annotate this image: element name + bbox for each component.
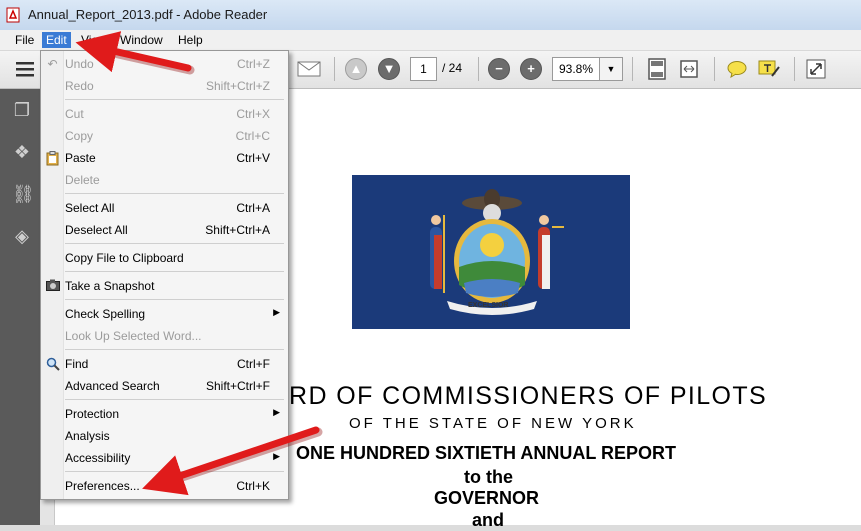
zoom-input[interactable]: 93.8% <box>552 57 600 81</box>
menu-item-delete[interactable]: Delete <box>41 169 288 191</box>
menu-item-redo[interactable]: Redo Shift+Ctrl+Z <box>41 75 288 97</box>
fit-page-icon[interactable] <box>644 57 670 81</box>
document-line-governor: GOVERNOR <box>434 488 540 508</box>
page-number-input[interactable]: 1 <box>410 57 437 81</box>
menu-item-analysis[interactable]: Analysis <box>41 425 288 447</box>
menu-item-undo[interactable]: ↶ Undo Ctrl+Z <box>41 53 288 75</box>
menu-item-copy-file-to-clipboard[interactable]: Copy File to Clipboard <box>41 247 288 269</box>
submenu-arrow-icon: ▶ <box>273 307 280 317</box>
document-heading: ONE HUNDRED SIXTIETH ANNUAL REPORT <box>296 443 677 463</box>
document-line-to-the: to the <box>464 467 513 487</box>
document-subtitle: OF THE STATE OF NEW YORK <box>349 415 637 432</box>
document-title: RD OF COMMISSIONERS OF PILOTS <box>289 382 768 410</box>
title-bar: Annual_Report_2013.pdf - Adobe Reader <box>0 0 861 30</box>
comment-icon[interactable] <box>724 57 750 81</box>
highlight-text-icon[interactable] <box>756 57 782 81</box>
next-page-icon[interactable]: ▼ <box>376 57 402 81</box>
zoom-out-icon[interactable]: − <box>486 57 512 81</box>
page-total: / 24 <box>442 61 463 75</box>
document-line-and: and <box>472 510 505 530</box>
menu-item-take-a-snapshot[interactable]: Take a Snapshot <box>41 275 288 297</box>
menu-item-select-all[interactable]: Select All Ctrl+A <box>41 197 288 219</box>
zoom-in-icon[interactable]: + <box>518 57 544 81</box>
menu-item-deselect-all[interactable]: Deselect All Shift+Ctrl+A <box>41 219 288 241</box>
menu-item-preferences[interactable]: Preferences... Ctrl+K <box>41 475 288 497</box>
menu-window[interactable]: Window <box>116 32 167 48</box>
new-york-state-flag-image: EXCELSIOR <box>352 175 630 329</box>
submenu-arrow-icon: ▶ <box>273 407 280 417</box>
paste-clipboard-icon <box>45 151 60 166</box>
edit-menu-dropdown: ↶ Undo Ctrl+Z Redo Shift+Ctrl+Z Cut Ctrl… <box>40 50 289 500</box>
bookmarks-icon[interactable]: ❖ <box>12 141 32 163</box>
menu-file[interactable]: File <box>11 32 38 48</box>
menu-bar: File Edit View Window Help <box>0 30 861 51</box>
hamburger-menu-icon[interactable] <box>12 57 38 81</box>
menu-item-copy[interactable]: Copy Ctrl+C <box>41 125 288 147</box>
window-title: Annual_Report_2013.pdf - Adobe Reader <box>28 7 268 22</box>
menu-help[interactable]: Help <box>174 32 207 48</box>
menu-item-cut[interactable]: Cut Ctrl+X <box>41 103 288 125</box>
layers-icon[interactable]: ◈ <box>12 225 32 247</box>
menu-edit[interactable]: Edit <box>42 32 71 48</box>
menu-item-advanced-search[interactable]: Advanced Search Shift+Ctrl+F <box>41 375 288 397</box>
undo-icon: ↶ <box>47 57 58 71</box>
navigation-pane: ❐ ❖ ⛓ ◈ <box>0 89 40 525</box>
attachments-icon[interactable]: ⛓ <box>12 183 35 205</box>
fit-width-icon[interactable] <box>676 57 702 81</box>
pdf-file-icon <box>6 7 20 23</box>
submenu-arrow-icon: ▶ <box>273 451 280 461</box>
menu-item-check-spelling[interactable]: Check Spelling ▶ <box>41 303 288 325</box>
menu-item-accessibility[interactable]: Accessibility ▶ <box>41 447 288 469</box>
menu-item-find[interactable]: Find Ctrl+F <box>41 353 288 375</box>
menu-item-look-up-selected-word[interactable]: Look Up Selected Word... <box>41 325 288 347</box>
email-icon[interactable] <box>296 57 322 81</box>
menu-item-protection[interactable]: Protection ▶ <box>41 403 288 425</box>
full-screen-icon[interactable] <box>803 57 829 81</box>
zoom-dropdown-icon[interactable]: ▼ <box>599 57 623 81</box>
previous-page-icon[interactable]: ▲ <box>343 57 369 81</box>
menu-view[interactable]: View <box>77 32 111 48</box>
flag-motto: EXCELSIOR <box>468 302 509 309</box>
menu-item-paste[interactable]: Paste Ctrl+V <box>41 147 288 169</box>
find-magnifier-icon <box>45 357 60 372</box>
camera-icon <box>45 279 60 294</box>
page-thumbnails-icon[interactable]: ❐ <box>12 99 32 121</box>
